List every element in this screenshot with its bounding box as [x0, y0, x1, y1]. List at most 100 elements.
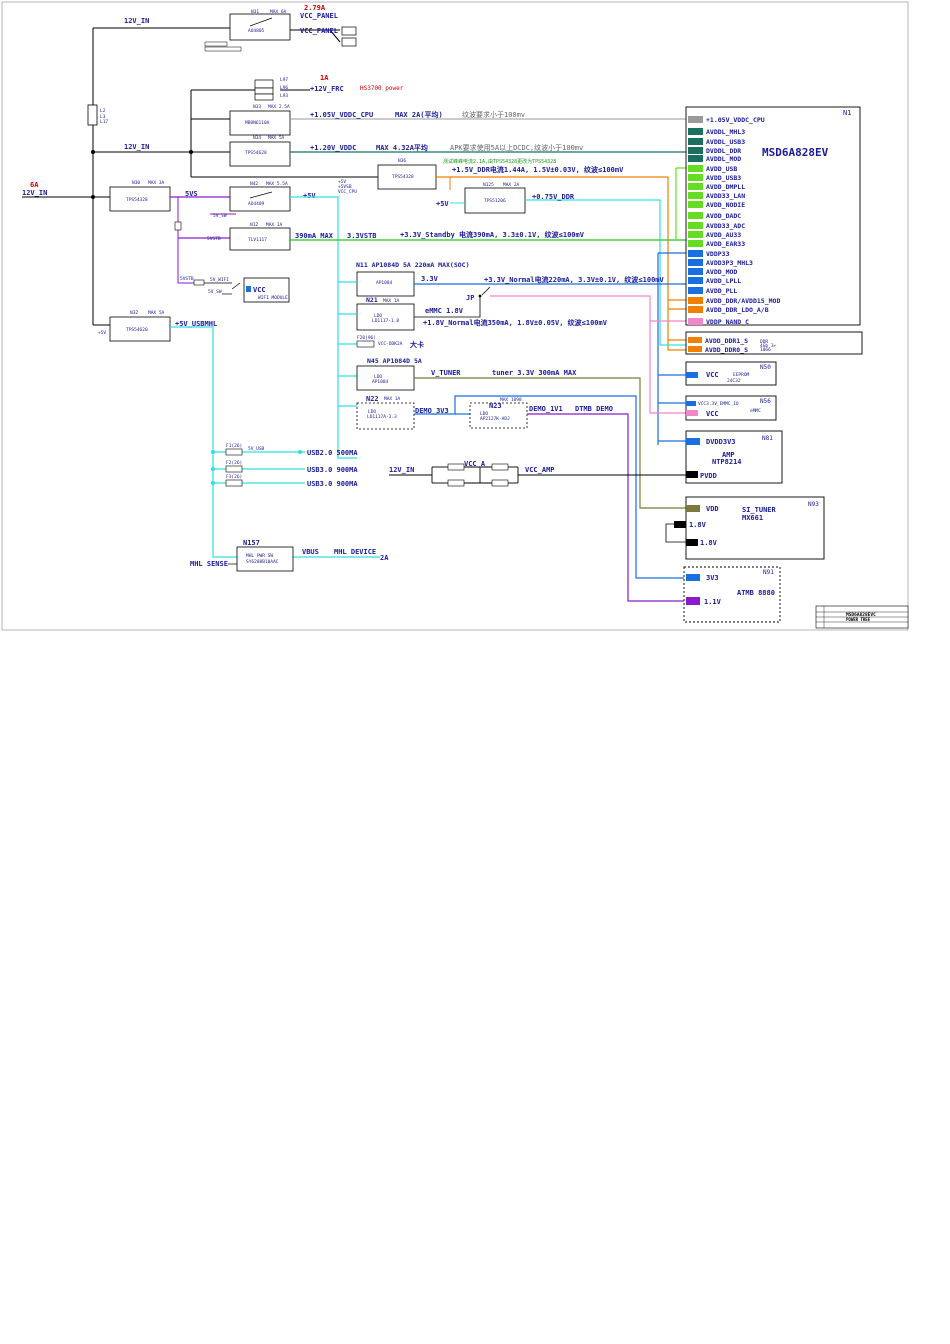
soc-pin-marker: [688, 128, 703, 135]
svg-text:N34: N34: [253, 135, 261, 141]
ic-tps1-label: TPS54628: [245, 150, 267, 156]
n56-pin2: VCC: [706, 410, 719, 418]
title-block-sub: POWER TREE: [846, 617, 871, 622]
soc-pin-label: +1.05V_VDDC_CPU: [706, 116, 765, 124]
n157-part: MHL PWR SW: [246, 553, 273, 559]
n91-part: ATMB 8880: [737, 589, 775, 597]
mhl-sense-label: MHL SENSE: [190, 560, 228, 568]
soc-pin-label: AVDD_EAR33: [706, 240, 745, 248]
svg-text:5VSTB: 5VSTB: [207, 236, 221, 242]
n81-pin2: PVDD: [700, 472, 717, 480]
soc-pin-marker: [688, 165, 703, 172]
ic-ao-box: [229, 186, 291, 212]
rail-5v-b: +5V: [436, 200, 449, 208]
svg-text:L2: L2: [100, 108, 106, 114]
svg-text:MAX 2.5A: MAX 2.5A: [268, 104, 290, 110]
ddr-test-note: 测试峰峰电流2.1A,由TPS54328更改为TPS54328: [443, 158, 556, 165]
svg-text:MAX 1A: MAX 1A: [383, 298, 400, 304]
ddr-pin-marker: [688, 337, 702, 343]
n81-part2: NTP8214: [712, 458, 742, 466]
svg-text:N32: N32: [130, 310, 138, 316]
frc-current: 1A: [320, 74, 329, 82]
svg-text:5V_SW: 5V_SW: [208, 289, 222, 295]
rail-vddc: +1.20V_VDDC: [310, 144, 356, 152]
svg-text:+5V: +5V: [98, 330, 106, 336]
soc-pin-marker: [688, 138, 703, 145]
ddr-pin-label: AVDD_DDR1_S: [705, 337, 748, 345]
power-tree-schematic: L2L3L17 12V_IN 12V_IN 12V_IN 6A N31 MAX 6…: [1, 1, 909, 631]
n56-part: eMMC: [750, 408, 761, 414]
soc-pin-marker: [688, 212, 703, 219]
soc-ref: N1: [843, 109, 851, 117]
soc-pin-label: AVDD3P3_MHL3: [706, 259, 753, 267]
svg-text:5VSTB: 5VSTB: [180, 276, 194, 282]
svg-text:5V_WIFI: 5V_WIFI: [210, 277, 229, 283]
soc-pin-label: AVDD_USB3: [706, 174, 741, 182]
soc-pin-marker: [688, 268, 703, 275]
rail-12v-in-main: 12V_IN: [22, 189, 47, 197]
rail-demo-1v1: DEMO_1V1: [529, 405, 563, 413]
ic-n45-box: [356, 365, 415, 391]
svg-text:MAX 3A: MAX 3A: [148, 180, 165, 186]
rail-5vs: 5VS: [185, 190, 198, 198]
soc-pin-marker: [688, 192, 703, 199]
n50-part: EEPROM: [733, 372, 750, 378]
ic-tps4-label: TPS54328: [126, 197, 148, 203]
svg-text:MAX 2A: MAX 2A: [503, 182, 520, 188]
rail-vcc-panel: VCC_PANEL: [300, 12, 338, 20]
n50-part2: 24C32: [727, 378, 741, 384]
soc-pin-label: AVDD_NODIE: [706, 201, 745, 209]
svg-text:N31: N31: [251, 9, 259, 15]
soc-pin-label: AVDDL_MOD: [706, 155, 741, 163]
n56-ref: N56: [760, 398, 771, 405]
usb30b-label: USB3.0 900MA: [307, 480, 358, 488]
daka-label: 大卡: [410, 340, 424, 349]
vcc-panel-current: 2.79A: [304, 4, 326, 12]
rail-12v-in-amp: 12V_IN: [389, 466, 414, 474]
wifi-part: WIFI MODULE: [258, 295, 288, 301]
vddc-max: MAX 4.32A平均: [376, 143, 428, 152]
rail-33v-normal: +3.3V_Normal电流220mA, 3.3V±0.1V, 纹波≤100mV: [484, 275, 665, 284]
soc-pin-marker: [688, 201, 703, 208]
soc-pin-label: DVDDL_DDR: [706, 147, 741, 155]
svg-text:MAX 1A: MAX 1A: [266, 222, 283, 228]
n81-pin1: DVDD3V3: [706, 438, 736, 446]
rail-vcc-panel-2: VCC_PANEL: [300, 27, 338, 35]
vddc-cpu-max: MAX 2A(平均): [395, 110, 443, 119]
dtmb-demo: DTMB DEMO: [575, 405, 613, 413]
n50-ref: N50: [760, 364, 771, 371]
soc-pin-label: AVDD_MOD: [706, 268, 737, 276]
svg-text:VCC-DDK2A: VCC-DDK2A: [378, 341, 403, 347]
rail-v-tuner: V_TUNER: [431, 369, 461, 377]
soc-pin-marker: [688, 240, 703, 247]
ddr-pin-label: AVDD_DDR0_S: [705, 346, 748, 354]
soc-pin-label: VDDP33: [706, 250, 730, 258]
svg-text:LD1117-1.8: LD1117-1.8: [372, 318, 399, 324]
svg-text:AP1084: AP1084: [376, 280, 393, 286]
svg-text:L96: L96: [280, 85, 288, 91]
ic-aod-label: AO4805: [248, 28, 265, 34]
ic-n157-box: [236, 546, 294, 572]
svg-text:N21: N21: [366, 296, 378, 304]
ic-tps5-label: TPS54620: [126, 327, 148, 333]
soc-pin-marker: [688, 222, 703, 229]
soc-pin-marker: [688, 277, 703, 284]
svg-text:L97: L97: [280, 77, 288, 83]
svg-text:MAX 1A: MAX 1A: [384, 396, 401, 402]
svg-text:MAX 5A: MAX 5A: [148, 310, 165, 316]
soc-pin-marker: [688, 259, 703, 266]
svg-text:N12: N12: [250, 222, 258, 228]
soc-pin-marker: [688, 231, 703, 238]
svg-text:1066: 1066: [760, 347, 771, 353]
n93-pin3: 1.8V: [700, 539, 718, 547]
n157-part2: SY6288B10AAC: [246, 559, 279, 565]
soc-pin-marker: [688, 250, 703, 257]
soc-pin-marker: [688, 297, 703, 304]
svg-text:N33: N33: [253, 104, 261, 110]
svg-text:F1(26): F1(26): [226, 443, 242, 449]
n22-label: N22: [366, 395, 379, 403]
soc-pin-label: AVDD_DMPLL: [706, 183, 745, 191]
rail-vcc-amp: VCC_AMP: [525, 466, 555, 474]
soc-pin-label: AVDD33_LAN: [706, 192, 745, 200]
soc-pin-marker: [688, 306, 703, 313]
